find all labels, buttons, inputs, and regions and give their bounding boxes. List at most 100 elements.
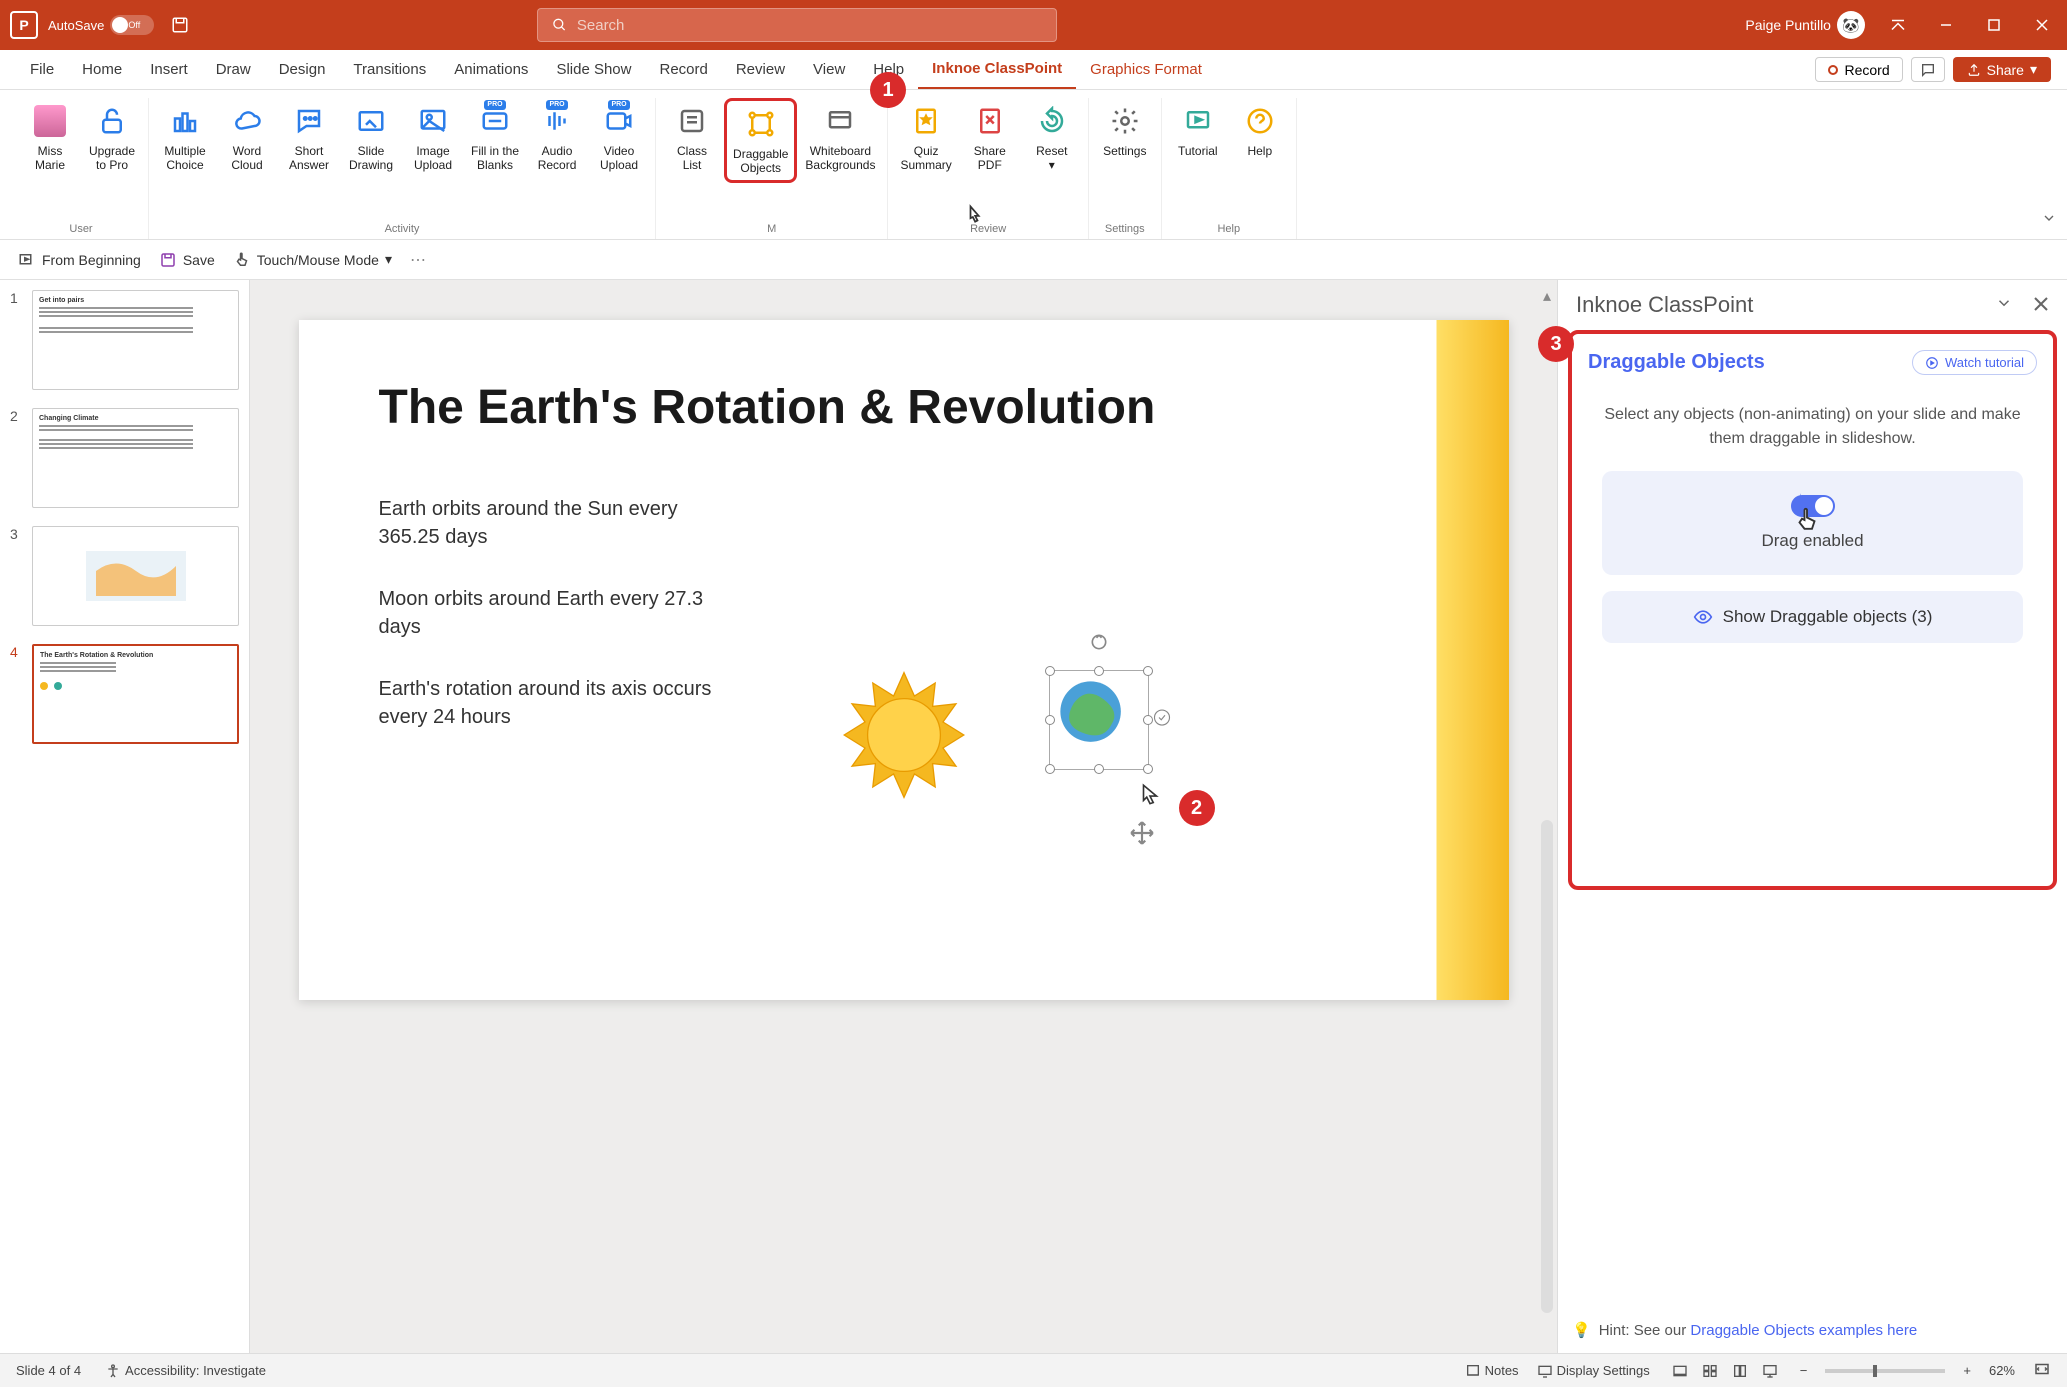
comments-button[interactable] bbox=[1911, 57, 1945, 82]
fit-to-window-icon[interactable] bbox=[2033, 1360, 2051, 1381]
word-cloud-button[interactable]: WordCloud bbox=[217, 98, 277, 177]
overflow-icon[interactable]: ⋯ bbox=[410, 250, 426, 270]
search-input[interactable] bbox=[577, 17, 1042, 34]
draggable-objects-button[interactable]: DraggableObjects bbox=[724, 98, 797, 183]
watch-tutorial-button[interactable]: Watch tutorial bbox=[1912, 350, 2037, 375]
resize-handle[interactable] bbox=[1094, 764, 1104, 774]
autosave-toggle[interactable]: AutoSave Off bbox=[48, 15, 154, 35]
rbtn-l1: Word bbox=[233, 144, 261, 158]
chevron-down-icon[interactable] bbox=[1995, 292, 2013, 318]
thumbnail-2[interactable]: 2 Changing Climate bbox=[10, 408, 239, 508]
status-bar: Slide 4 of 4 Accessibility: Investigate … bbox=[0, 1353, 2067, 1387]
close-icon[interactable] bbox=[2033, 292, 2049, 318]
zoom-level[interactable]: 62% bbox=[1989, 1363, 2015, 1378]
reset-button[interactable]: Reset▾ bbox=[1022, 98, 1082, 177]
slideshow-view-icon[interactable] bbox=[1758, 1361, 1782, 1381]
tab-inknoe-classpoint[interactable]: Inknoe ClassPoint bbox=[918, 50, 1076, 89]
tab-draw[interactable]: Draw bbox=[202, 50, 265, 89]
zoom-in-button[interactable]: + bbox=[1963, 1363, 1971, 1378]
earth-graphic-selected[interactable] bbox=[1039, 660, 1159, 780]
from-beginning-button[interactable]: From Beginning bbox=[18, 251, 141, 269]
search-box[interactable] bbox=[537, 8, 1057, 42]
record-button[interactable]: Record bbox=[1815, 57, 1902, 82]
rotate-handle-icon[interactable] bbox=[1089, 632, 1109, 657]
user-account[interactable]: Paige Puntillo 🐼 bbox=[1745, 11, 1865, 39]
rbtn-l1: Audio bbox=[542, 144, 573, 158]
slide-canvas[interactable]: ▴ The Earth's Rotation & Revolution Eart… bbox=[250, 280, 1557, 1353]
sorter-view-icon[interactable] bbox=[1698, 1361, 1722, 1381]
tab-record[interactable]: Record bbox=[645, 50, 721, 89]
convert-handle-icon[interactable] bbox=[1153, 709, 1171, 732]
ribbon-collapse-icon[interactable] bbox=[2041, 210, 2057, 231]
vertical-scrollbar[interactable] bbox=[1541, 820, 1553, 1313]
tutorial-button[interactable]: Tutorial bbox=[1168, 98, 1228, 162]
ribbon-options-icon[interactable] bbox=[1883, 10, 1913, 40]
rbtn-l2: Answer bbox=[289, 158, 329, 172]
settings-button[interactable]: Settings bbox=[1095, 98, 1155, 162]
tab-file[interactable]: File bbox=[16, 50, 68, 89]
resize-handle[interactable] bbox=[1045, 715, 1055, 725]
quiz-summary-button[interactable]: QuizSummary bbox=[894, 98, 957, 177]
upgrade-to-pro-button[interactable]: Upgradeto Pro bbox=[82, 98, 142, 177]
ribbon-group-label: User bbox=[69, 223, 92, 239]
image-upload-button[interactable]: ImageUpload bbox=[403, 98, 463, 177]
notes-button[interactable]: Notes bbox=[1465, 1363, 1519, 1379]
show-draggable-button[interactable]: Show Draggable objects (3) bbox=[1602, 591, 2023, 643]
resize-handle[interactable] bbox=[1045, 666, 1055, 676]
help-button[interactable]: Help bbox=[1230, 98, 1290, 162]
tab-slideshow[interactable]: Slide Show bbox=[542, 50, 645, 89]
save-button[interactable]: Save bbox=[159, 251, 215, 269]
share-button[interactable]: Share▾ bbox=[1953, 57, 2051, 82]
sun-graphic[interactable] bbox=[839, 670, 969, 800]
tab-view[interactable]: View bbox=[799, 50, 859, 89]
hint-link[interactable]: Draggable Objects examples here bbox=[1690, 1322, 1917, 1339]
minimize-icon[interactable] bbox=[1931, 10, 1961, 40]
class-list-button[interactable]: ClassList bbox=[662, 98, 722, 183]
resize-handle[interactable] bbox=[1143, 666, 1153, 676]
tab-home[interactable]: Home bbox=[68, 50, 136, 89]
multiple-choice-button[interactable]: MultipleChoice bbox=[155, 98, 215, 177]
resize-handle[interactable] bbox=[1045, 764, 1055, 774]
arrow-cursor-icon bbox=[1137, 780, 1163, 815]
zoom-slider[interactable] bbox=[1825, 1369, 1945, 1373]
display-settings-button[interactable]: Display Settings bbox=[1537, 1363, 1650, 1379]
tab-transitions[interactable]: Transitions bbox=[339, 50, 440, 89]
maximize-icon[interactable] bbox=[1979, 10, 2009, 40]
slide-thumbnails[interactable]: 1 Get into pairs 2 Changing Climate 3 bbox=[0, 280, 250, 1353]
qitem-label: Touch/Mouse Mode bbox=[257, 252, 379, 268]
bar-chart-icon bbox=[166, 102, 204, 140]
share-pdf-button[interactable]: SharePDF bbox=[960, 98, 1020, 177]
tab-design[interactable]: Design bbox=[265, 50, 340, 89]
tab-animations[interactable]: Animations bbox=[440, 50, 542, 89]
resize-handle[interactable] bbox=[1143, 764, 1153, 774]
close-icon[interactable] bbox=[2027, 10, 2057, 40]
short-answer-button[interactable]: ShortAnswer bbox=[279, 98, 339, 177]
resize-handle[interactable] bbox=[1094, 666, 1104, 676]
miss-marie-button[interactable]: MissMarie bbox=[20, 98, 80, 177]
slide-drawing-button[interactable]: SlideDrawing bbox=[341, 98, 401, 177]
touch-mode-button[interactable]: Touch/Mouse Mode ▾ bbox=[233, 251, 392, 269]
thumbnail-4[interactable]: 4 The Earth's Rotation & Revolution bbox=[10, 644, 239, 744]
resize-handle[interactable] bbox=[1143, 715, 1153, 725]
slide-title: The Earth's Rotation & Revolution bbox=[379, 380, 1429, 435]
save-icon[interactable] bbox=[168, 13, 192, 37]
audio-record-button[interactable]: PROAudioRecord bbox=[527, 98, 587, 177]
notes-label: Notes bbox=[1485, 1363, 1519, 1378]
fill-blanks-button[interactable]: PROFill in theBlanks bbox=[465, 98, 525, 177]
toggle-off-icon[interactable]: Off bbox=[110, 15, 154, 35]
accessibility-icon bbox=[105, 1363, 121, 1379]
tab-graphics-format[interactable]: Graphics Format bbox=[1076, 50, 1216, 89]
reading-view-icon[interactable] bbox=[1728, 1361, 1752, 1381]
tab-review[interactable]: Review bbox=[722, 50, 799, 89]
thumbnail-1[interactable]: 1 Get into pairs bbox=[10, 290, 239, 390]
video-upload-button[interactable]: PROVideoUpload bbox=[589, 98, 649, 177]
scroll-up-icon[interactable]: ▴ bbox=[1543, 286, 1551, 306]
thumbnail-3[interactable]: 3 bbox=[10, 526, 239, 626]
thumb-preview: The Earth's Rotation & Revolution bbox=[32, 644, 239, 744]
tab-insert[interactable]: Insert bbox=[136, 50, 202, 89]
whiteboard-bg-button[interactable]: WhiteboardBackgrounds bbox=[799, 98, 881, 183]
zoom-out-button[interactable]: − bbox=[1800, 1363, 1808, 1378]
normal-view-icon[interactable] bbox=[1668, 1361, 1692, 1381]
slide[interactable]: The Earth's Rotation & Revolution Earth … bbox=[299, 320, 1509, 1000]
accessibility-status[interactable]: Accessibility: Investigate bbox=[105, 1363, 266, 1379]
